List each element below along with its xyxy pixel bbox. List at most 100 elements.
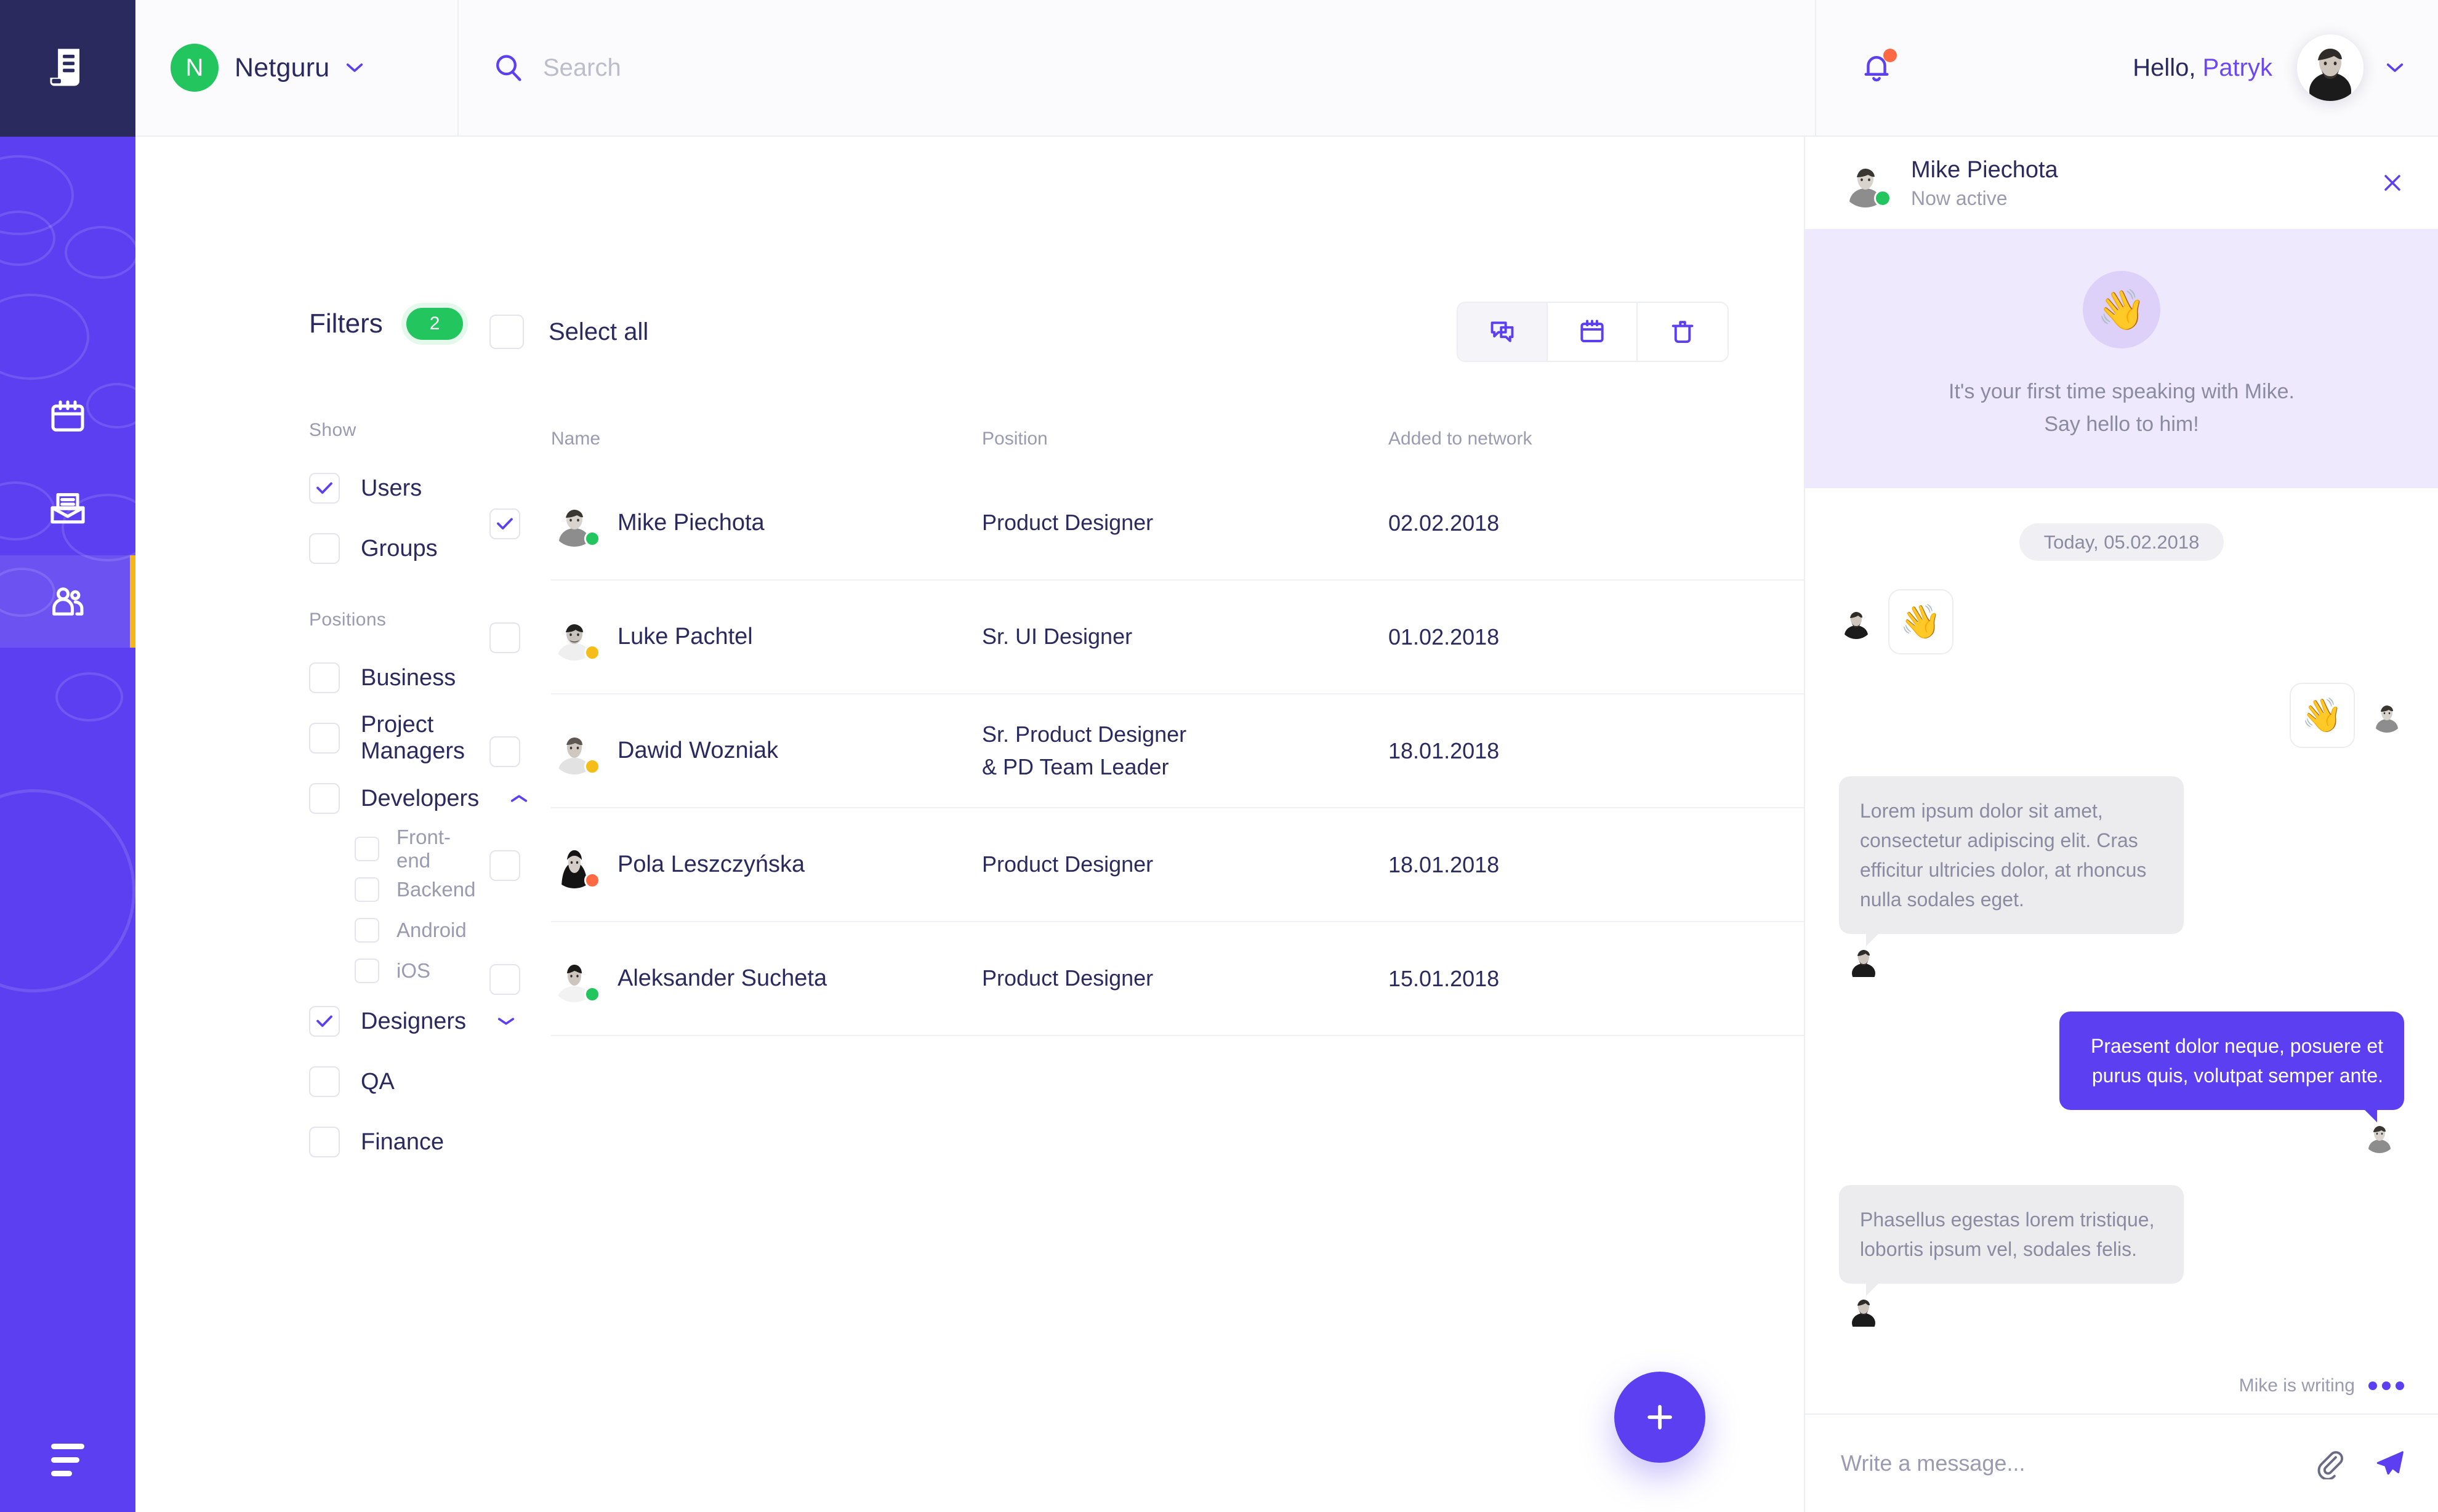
checkbox-users[interactable] — [309, 473, 340, 504]
sidebar-item-people[interactable] — [0, 555, 135, 648]
row-date: 02.02.2018 — [1388, 510, 1500, 536]
chat-message-avatar — [1846, 943, 2404, 978]
row-checkbox-cell — [489, 850, 551, 881]
users-table-section: Select all Name Position Added to networ… — [459, 137, 1804, 1512]
chat-emoji-bubble: 👋 — [1888, 589, 1953, 655]
table-row[interactable]: Dawid Wozniak Sr. Product Designer & PD … — [459, 694, 1804, 808]
rail-items — [0, 137, 135, 648]
checkbox-project-managers[interactable] — [309, 723, 340, 754]
table-row[interactable]: Pola Leszczyńska Product Designer 18.01.… — [459, 808, 1804, 922]
row-name-cell: Aleksander Sucheta — [551, 922, 982, 1036]
calendar-tool-button[interactable] — [1548, 303, 1638, 361]
filter-group-label: Show — [309, 420, 356, 440]
filters-panel: Filters 2 Show Users Groups Positions Bu… — [135, 137, 528, 1512]
row-position: Sr. Product Designer & PD Team Leader — [982, 722, 1187, 779]
column-header-position: Position — [982, 428, 1048, 449]
filter-designers[interactable]: Designers — [309, 991, 515, 1052]
chat-message: Praesent dolor neque, posuere et purus q… — [1839, 1011, 2404, 1123]
user-menu-chevron-down-icon[interactable] — [2386, 62, 2404, 73]
filter-users[interactable]: Users — [309, 458, 459, 518]
filter-android[interactable]: Android — [309, 910, 467, 951]
filter-label: Designers — [361, 1008, 467, 1034]
message-input[interactable] — [1841, 1450, 2284, 1476]
row-checkbox[interactable] — [489, 508, 520, 539]
row-checkbox[interactable] — [489, 963, 520, 995]
global-search[interactable] — [459, 0, 1816, 135]
search-input[interactable] — [543, 54, 1734, 82]
filter-ios[interactable]: iOS — [309, 951, 459, 991]
filter-groups[interactable]: Groups — [309, 518, 459, 579]
checkbox-front-end[interactable] — [355, 837, 379, 861]
filter-project-managers[interactable]: Project Managers — [309, 708, 465, 768]
app-logo[interactable] — [0, 0, 135, 137]
delete-tool-button[interactable] — [1638, 303, 1728, 361]
checkbox-android[interactable] — [355, 918, 379, 943]
filter-finance[interactable]: Finance — [309, 1112, 459, 1172]
close-icon[interactable] — [2379, 169, 2406, 196]
workspace-switcher[interactable]: N Netguru — [135, 0, 459, 135]
add-user-button[interactable] — [1614, 1372, 1705, 1463]
chat-message-avatar — [1846, 1292, 2404, 1327]
send-icon[interactable] — [2373, 1447, 2406, 1480]
filter-business[interactable]: Business — [309, 648, 459, 708]
menu-toggle-button[interactable] — [0, 1444, 135, 1476]
row-checkbox[interactable] — [489, 622, 520, 653]
checkbox-select-all[interactable] — [489, 315, 524, 349]
row-checkbox[interactable] — [489, 736, 520, 767]
row-name-cell: Pola Leszczyńska — [551, 808, 982, 922]
chat-day-divider: Today, 05.02.2018 — [1839, 523, 2404, 561]
chat-intro-line1: It's your first time speaking with Mike. — [1949, 380, 2295, 403]
checkbox-finance[interactable] — [309, 1127, 340, 1157]
trash-icon — [1667, 316, 1698, 347]
chat-message-stream: Today, 05.02.2018 👋 👋 Lorem ipsum dolor … — [1805, 488, 2438, 1375]
row-position-cell: Sr. Product Designer & PD Team Leader — [982, 694, 1388, 808]
filters-header: Filters 2 — [309, 308, 464, 340]
filter-label: Business — [361, 664, 456, 691]
chat-contact-status: Now active — [1911, 187, 2008, 209]
paperclip-icon[interactable] — [2312, 1447, 2344, 1479]
column-header-name: Name — [551, 428, 601, 449]
filter-developers[interactable]: Developers — [309, 768, 528, 829]
status-dot — [1874, 190, 1891, 207]
checkbox-groups[interactable] — [309, 533, 340, 564]
select-all-control[interactable]: Select all — [459, 315, 648, 349]
hamburger-menu-icon — [51, 1444, 84, 1476]
row-date-cell: 01.02.2018 — [1388, 581, 1804, 694]
workspace-avatar: N — [171, 44, 219, 92]
sidebar-item-inbox[interactable] — [0, 463, 135, 555]
checkbox-ios[interactable] — [355, 959, 379, 983]
table-row[interactable]: Mike Piechota Product Designer 02.02.201… — [459, 467, 1804, 581]
row-position: Product Designer — [982, 965, 1154, 991]
checkbox-qa[interactable] — [309, 1066, 340, 1097]
filter-front-end[interactable]: Front-end — [309, 826, 459, 872]
row-name-cell: Dawid Wozniak — [551, 694, 982, 808]
typing-dots-icon — [2368, 1381, 2404, 1390]
row-date-cell: 18.01.2018 — [1388, 694, 1804, 808]
chat-message: Lorem ipsum dolor sit amet, consectetur … — [1839, 776, 2404, 947]
typing-indicator: Mike is writing — [1805, 1375, 2438, 1413]
row-checkbox-cell — [489, 736, 551, 767]
status-dot — [584, 758, 600, 774]
table-row[interactable]: Luke Pachtel Sr. UI Designer 01.02.2018 — [459, 581, 1804, 694]
checkbox-business[interactable] — [309, 662, 340, 693]
filters-count-badge: 2 — [406, 308, 464, 340]
avatar[interactable] — [2297, 34, 2364, 101]
primary-nav-rail — [0, 0, 135, 1512]
avatar — [551, 499, 600, 547]
table-row[interactable]: Aleksander Sucheta Product Designer 15.0… — [459, 922, 1804, 1036]
filter-backend[interactable]: Backend — [309, 869, 475, 910]
checkbox-developers[interactable] — [309, 783, 340, 814]
notifications-button[interactable] — [1859, 49, 1897, 85]
filter-group-show: Show Users Groups — [309, 420, 459, 579]
table-column-headers: Name Position Added to network — [459, 428, 1804, 449]
filter-qa[interactable]: QA — [309, 1052, 459, 1112]
chat-contact-info: Mike Piechota Now active — [1911, 155, 2058, 212]
filter-group-label: Positions — [309, 609, 387, 630]
app-root: N Netguru Search Hello, Patryk Filters 2… — [0, 0, 2438, 1512]
chat-tool-button[interactable] — [1458, 303, 1548, 361]
checkbox-designers[interactable] — [309, 1006, 340, 1037]
message-composer — [1805, 1413, 2438, 1512]
sidebar-item-calendar[interactable] — [0, 371, 135, 463]
row-checkbox[interactable] — [489, 850, 520, 881]
checkbox-backend[interactable] — [355, 877, 379, 902]
